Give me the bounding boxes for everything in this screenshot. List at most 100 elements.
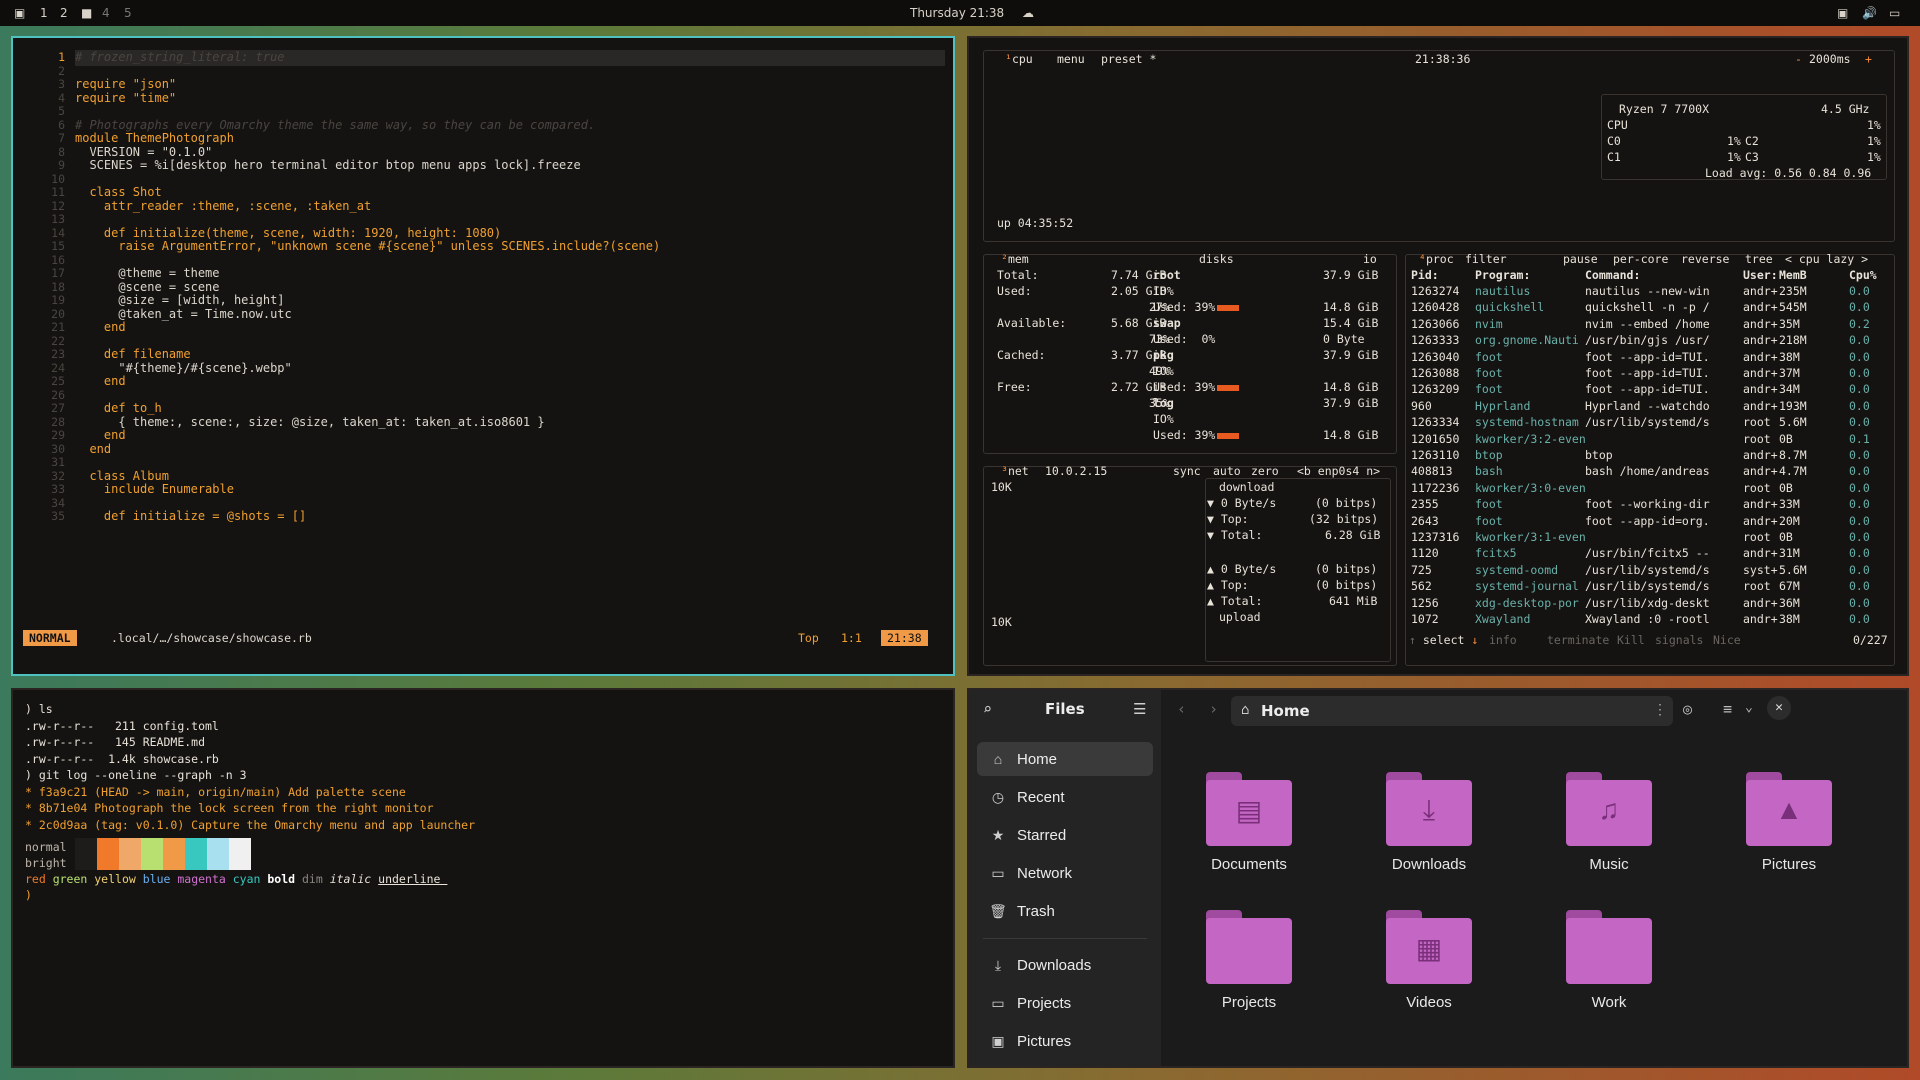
- proc-cell[interactable]: 0.0: [1849, 333, 1870, 347]
- proc-cell[interactable]: 33M: [1779, 497, 1800, 511]
- proc-filter[interactable]: filter: [1465, 252, 1507, 266]
- proc-header[interactable]: Command:: [1585, 268, 1640, 282]
- preset-tab[interactable]: preset *: [1101, 52, 1156, 66]
- proc-cell[interactable]: andr+: [1743, 399, 1778, 413]
- proc-cell[interactable]: 5.6M: [1779, 415, 1807, 429]
- proc-cell[interactable]: foot --app-id=org.: [1585, 514, 1710, 528]
- proc-cell[interactable]: andr+: [1743, 366, 1778, 380]
- proc-cell[interactable]: 0.0: [1849, 530, 1870, 544]
- proc-cell[interactable]: 2643: [1411, 514, 1439, 528]
- back-icon[interactable]: ‹: [1177, 700, 1186, 718]
- folder-documents[interactable]: ▤ Documents: [1179, 772, 1319, 873]
- proc-cell[interactable]: 1256: [1411, 596, 1439, 610]
- sidebar-bookmark-downloads[interactable]: ⤓ Downloads: [977, 948, 1153, 982]
- proc-cell[interactable]: 0.0: [1849, 448, 1870, 462]
- proc-cell[interactable]: 1263334: [1411, 415, 1459, 429]
- proc-cell[interactable]: 0.0: [1849, 514, 1870, 528]
- btop-window[interactable]: ¹cpu menu preset * 21:38:36 - 2000ms + R…: [967, 36, 1909, 676]
- proc-cell[interactable]: andr+: [1743, 317, 1778, 331]
- proc-cell[interactable]: 1263066: [1411, 317, 1459, 331]
- proc-nice[interactable]: Nice: [1713, 633, 1741, 647]
- proc-cell[interactable]: andr+: [1743, 333, 1778, 347]
- proc-cell[interactable]: andr+: [1743, 596, 1778, 610]
- proc-cell[interactable]: foot: [1475, 382, 1503, 396]
- hamburger-menu-icon[interactable]: ☰: [1133, 700, 1146, 718]
- sidebar-item-network[interactable]: ▭ Network: [977, 856, 1153, 890]
- proc-cell[interactable]: foot --app-id=TUI.: [1585, 382, 1710, 396]
- screen-icon[interactable]: ▣: [1837, 6, 1848, 20]
- proc-cell[interactable]: andr+: [1743, 464, 1778, 478]
- proc-cell[interactable]: andr+: [1743, 284, 1778, 298]
- cpu-tab[interactable]: cpu: [1012, 52, 1033, 66]
- proc-cell[interactable]: foot: [1475, 514, 1503, 528]
- net-title[interactable]: net: [1008, 464, 1029, 478]
- proc-header[interactable]: Pid:: [1411, 268, 1439, 282]
- proc-cell[interactable]: andr+: [1743, 546, 1778, 560]
- proc-cell[interactable]: 38M: [1779, 612, 1800, 626]
- sidebar-item-home[interactable]: ⌂ Home: [977, 742, 1153, 776]
- close-icon[interactable]: ✕: [1767, 696, 1791, 720]
- proc-cell[interactable]: btop: [1585, 448, 1613, 462]
- proc-tree[interactable]: tree: [1745, 252, 1773, 266]
- proc-cell[interactable]: 1263274: [1411, 284, 1459, 298]
- proc-cell[interactable]: 1260428: [1411, 300, 1459, 314]
- camera-icon[interactable]: ◎: [1683, 700, 1692, 718]
- proc-cell[interactable]: quickshell -n -p /: [1585, 300, 1710, 314]
- proc-cell[interactable]: 67M: [1779, 579, 1800, 593]
- proc-cell[interactable]: 0.0: [1849, 596, 1870, 610]
- proc-cell[interactable]: 20M: [1779, 514, 1800, 528]
- proc-cell[interactable]: foot: [1475, 350, 1503, 364]
- proc-cell[interactable]: bash /home/andreas: [1585, 464, 1710, 478]
- proc-cell[interactable]: Hyprland --watchdo: [1585, 399, 1710, 413]
- list-view-icon[interactable]: ≡: [1723, 700, 1732, 718]
- net-sync[interactable]: sync: [1173, 464, 1201, 478]
- proc-title[interactable]: proc: [1426, 252, 1454, 266]
- proc-cell[interactable]: 235M: [1779, 284, 1807, 298]
- proc-cell[interactable]: systemd-journal: [1475, 579, 1579, 593]
- proc-cell[interactable]: 1263040: [1411, 350, 1459, 364]
- proc-cell[interactable]: 1263088: [1411, 366, 1459, 380]
- workspace-2[interactable]: 2: [60, 6, 68, 20]
- search-icon[interactable]: ⌕: [983, 700, 992, 718]
- proc-cell[interactable]: 35M: [1779, 317, 1800, 331]
- proc-cell[interactable]: 0.0: [1849, 497, 1870, 511]
- files-window[interactable]: ⌕ Files ☰ ⌂ Home ◷ Recent ★ Starred ▭ Network 🗑 T…: [967, 688, 1909, 1068]
- sidebar-item-recent[interactable]: ◷ Recent: [977, 780, 1153, 814]
- proc-cell[interactable]: Hyprland: [1475, 399, 1530, 413]
- proc-cell[interactable]: nautilus --new-win: [1585, 284, 1710, 298]
- proc-cell[interactable]: 0.0: [1849, 350, 1870, 364]
- proc-cell[interactable]: 31M: [1779, 546, 1800, 560]
- workspace-3-active-icon[interactable]: ■: [81, 6, 92, 20]
- proc-cell[interactable]: 0.0: [1849, 546, 1870, 560]
- proc-cell[interactable]: syst+: [1743, 563, 1778, 577]
- proc-cell[interactable]: andr+: [1743, 350, 1778, 364]
- proc-cell[interactable]: 0.0: [1849, 300, 1870, 314]
- proc-cell[interactable]: 0.0: [1849, 563, 1870, 577]
- proc-cell[interactable]: andr+: [1743, 448, 1778, 462]
- proc-header[interactable]: User:: [1743, 268, 1778, 282]
- proc-pause[interactable]: pause: [1563, 252, 1598, 266]
- proc-cell[interactable]: nautilus: [1475, 284, 1530, 298]
- net-iface[interactable]: <b enp0s4 n>: [1297, 464, 1380, 478]
- proc-cell[interactable]: andr+: [1743, 300, 1778, 314]
- proc-cell[interactable]: 0B: [1779, 481, 1793, 495]
- location-bar[interactable]: ⌂ Home ⋮: [1231, 696, 1673, 726]
- folder-projects[interactable]: Projects: [1179, 910, 1319, 1011]
- proc-cell[interactable]: btop: [1475, 448, 1503, 462]
- proc-cell[interactable]: Xwayland :0 -rootl: [1585, 612, 1710, 626]
- proc-cell[interactable]: 8.7M: [1779, 448, 1807, 462]
- proc-info[interactable]: info: [1489, 633, 1517, 647]
- io-toggle[interactable]: io: [1363, 252, 1377, 266]
- proc-cell[interactable]: 1072: [1411, 612, 1439, 626]
- proc-percore[interactable]: per-core: [1613, 252, 1668, 266]
- proc-cell[interactable]: nvim --embed /home: [1585, 317, 1710, 331]
- proc-cell[interactable]: 562: [1411, 579, 1432, 593]
- folder-videos[interactable]: ▦ Videos: [1359, 910, 1499, 1011]
- proc-cell[interactable]: 0.0: [1849, 415, 1870, 429]
- proc-cell[interactable]: 0.0: [1849, 382, 1870, 396]
- proc-cell[interactable]: foot: [1475, 366, 1503, 380]
- update-interval[interactable]: 2000ms: [1809, 52, 1851, 66]
- proc-signals[interactable]: signals: [1655, 633, 1703, 647]
- prompt[interactable]: ): [25, 888, 32, 902]
- proc-cell[interactable]: 193M: [1779, 399, 1807, 413]
